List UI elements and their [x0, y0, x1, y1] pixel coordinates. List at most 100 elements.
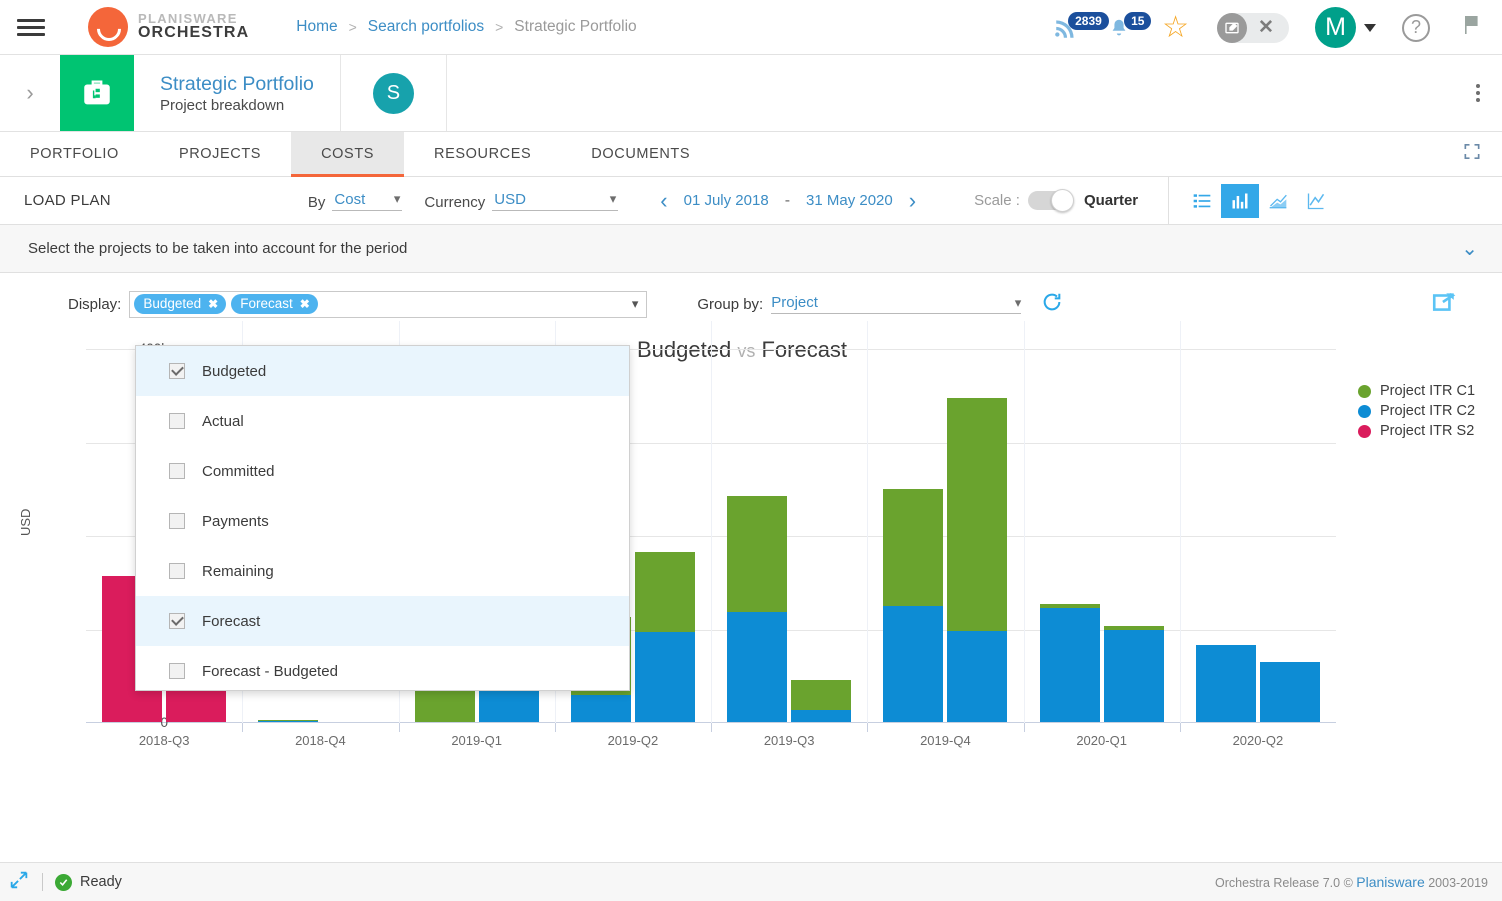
tab-documents[interactable]: DOCUMENTS	[561, 132, 720, 176]
display-chip-forecast[interactable]: Forecast ✖	[231, 294, 318, 314]
chart-bar-segment[interactable]	[634, 632, 695, 722]
checkbox[interactable]	[169, 613, 185, 629]
chart-bar-segment[interactable]	[1259, 662, 1320, 722]
tab-resources[interactable]: RESOURCES	[404, 132, 561, 176]
view-bar-chart-icon[interactable]	[1221, 183, 1260, 218]
user-menu[interactable]: M	[1315, 7, 1376, 48]
dropdown-option-budgeted[interactable]: Budgeted	[136, 346, 629, 396]
checkbox[interactable]	[169, 513, 185, 529]
breadcrumb-item-home[interactable]: Home	[296, 18, 337, 36]
chart-bar-segment[interactable]	[727, 495, 788, 612]
more-options-icon[interactable]	[1476, 81, 1480, 105]
chart-bar[interactable]	[1039, 604, 1100, 722]
expand-icon[interactable]	[8, 869, 30, 896]
dropdown-option-label: Payments	[202, 512, 269, 530]
chart-bar-segment[interactable]	[570, 694, 631, 722]
chart-bar-segment[interactable]	[1195, 645, 1256, 722]
chart-bar[interactable]	[1195, 645, 1256, 722]
chart-bar-segment[interactable]	[634, 551, 695, 633]
legend-color-swatch	[1358, 424, 1371, 438]
chevron-down-icon[interactable]: ⌄	[1461, 236, 1478, 261]
currency-select[interactable]: USD ▾	[492, 191, 619, 211]
checkbox[interactable]	[169, 563, 185, 579]
fullscreen-icon[interactable]	[1462, 142, 1482, 167]
x-axis-tick	[242, 723, 244, 732]
date-start[interactable]: 01 July 2018	[684, 192, 769, 209]
dropdown-option-actual[interactable]: Actual	[136, 396, 629, 446]
chart-bar-segment[interactable]	[947, 397, 1008, 632]
chart-bar-segment[interactable]	[1103, 625, 1164, 631]
group-by-label: Group by:	[697, 295, 764, 313]
chart-bar[interactable]	[883, 489, 944, 722]
copyright-brand[interactable]: Planisware	[1356, 874, 1424, 890]
chip-remove-icon[interactable]: ✖	[208, 297, 218, 311]
menu-icon[interactable]	[17, 15, 45, 40]
dropdown-option-forecast[interactable]: Forecast	[136, 596, 629, 646]
export-icon[interactable]	[1431, 289, 1457, 320]
close-icon[interactable]: ✕	[1258, 16, 1274, 39]
notifications-bell-icon[interactable]: 15	[1108, 11, 1152, 43]
legend-item[interactable]: Project ITR S2	[1358, 423, 1475, 439]
scale-control: Scale : Quarter	[974, 189, 1138, 212]
legend-item[interactable]: Project ITR C2	[1358, 403, 1475, 419]
flag-icon[interactable]	[1460, 13, 1484, 42]
chevron-down-icon[interactable]	[1364, 23, 1376, 32]
chevron-down-icon[interactable]: ▾	[632, 296, 639, 312]
chart-bar[interactable]	[1259, 662, 1320, 722]
checkbox[interactable]	[169, 413, 185, 429]
chart-bar-segment[interactable]	[947, 631, 1008, 722]
chart-bar-segment[interactable]	[791, 679, 852, 710]
chart-bar[interactable]	[1103, 625, 1164, 722]
chart-bar-segment[interactable]	[258, 720, 319, 722]
view-line-chart-icon[interactable]	[1297, 184, 1335, 218]
scale-toggle[interactable]	[1027, 189, 1074, 212]
dropdown-option-payments[interactable]: Payments	[136, 496, 629, 546]
chart-bar-segment[interactable]	[791, 709, 852, 722]
chart-bar-segment[interactable]	[883, 489, 944, 607]
help-icon[interactable]: ?	[1402, 13, 1430, 42]
dropdown-option-forecast-budgeted[interactable]: Forecast - Budgeted	[136, 646, 629, 696]
checkbox[interactable]	[169, 463, 185, 479]
expand-sidebar-chevron-icon[interactable]: ›	[0, 55, 60, 131]
checkbox[interactable]	[169, 363, 185, 379]
view-list-icon[interactable]	[1183, 184, 1221, 218]
dropdown-option-remaining[interactable]: Remaining	[136, 546, 629, 596]
tab-projects[interactable]: PROJECTS	[149, 132, 291, 176]
display-options-dropdown[interactable]: Budgeted Actual Committed Payments Remaining…	[135, 345, 630, 691]
display-chip-budgeted[interactable]: Budgeted ✖	[134, 294, 227, 314]
status-badge[interactable]: S	[372, 72, 414, 114]
chart-bar[interactable]	[727, 495, 788, 722]
refresh-icon[interactable]	[1041, 291, 1063, 318]
tab-costs[interactable]: COSTS	[291, 132, 405, 177]
chevron-down-icon: ▾	[393, 191, 401, 206]
chip-label: Forecast	[240, 296, 293, 311]
chart-bar-segment[interactable]	[1103, 630, 1164, 722]
favorites-star-icon[interactable]: ☆	[1162, 12, 1189, 43]
chart-bar[interactable]	[634, 551, 695, 722]
checkbox[interactable]	[169, 663, 185, 679]
edit-mode-toggle[interactable]: ✕	[1217, 12, 1289, 43]
chart-bar-segment[interactable]	[258, 719, 319, 721]
next-period-icon[interactable]: ›	[909, 188, 916, 214]
view-area-chart-icon[interactable]	[1259, 184, 1297, 218]
legend-item[interactable]: Project ITR C1	[1358, 383, 1475, 399]
dropdown-option-committed[interactable]: Committed	[136, 446, 629, 496]
feed-icon[interactable]: 2839	[1052, 11, 1109, 43]
chart-bar-segment[interactable]	[1039, 604, 1100, 608]
breadcrumb-item-search-portfolios[interactable]: Search portfolios	[368, 18, 484, 36]
date-end[interactable]: 31 May 2020	[806, 192, 893, 209]
chart-bar-segment[interactable]	[1039, 607, 1100, 722]
display-multiselect[interactable]: Budgeted ✖ Forecast ✖ ▾	[129, 290, 648, 318]
previous-period-icon[interactable]: ‹	[660, 188, 667, 214]
chart-bar[interactable]	[258, 719, 319, 722]
by-select[interactable]: Cost ▾	[332, 191, 403, 211]
page-subtitle: Project breakdown	[160, 96, 285, 114]
chart-bar[interactable]	[791, 679, 852, 722]
x-axis-tick	[1179, 723, 1181, 732]
chart-bar-segment[interactable]	[883, 606, 944, 722]
chart-bar-segment[interactable]	[727, 611, 788, 722]
group-by-select[interactable]: Project ▾	[771, 294, 1022, 314]
chart-bar[interactable]	[947, 397, 1008, 722]
tab-portfolio[interactable]: PORTFOLIO	[0, 132, 149, 176]
chip-remove-icon[interactable]: ✖	[300, 297, 310, 311]
